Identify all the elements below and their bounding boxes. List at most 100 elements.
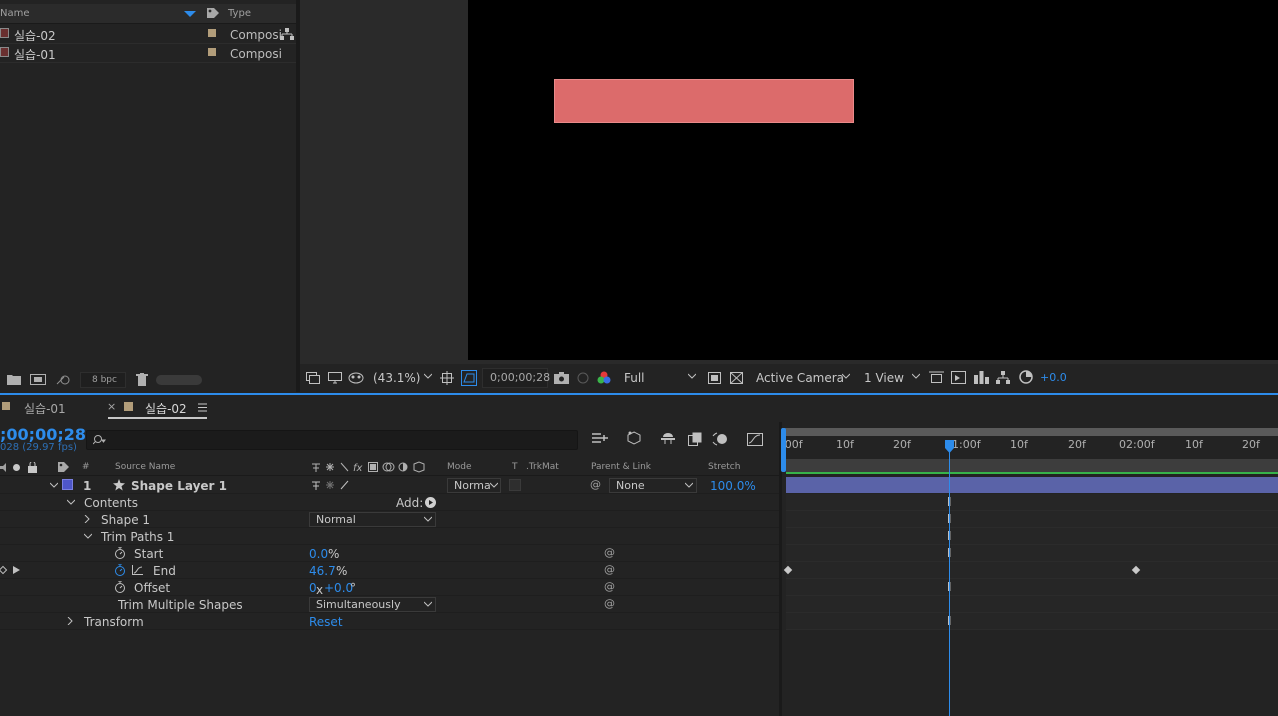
offset-degrees[interactable]: +0.0 [324, 581, 353, 595]
graph-editor-icon[interactable] [747, 430, 763, 446]
resolution-dropdown[interactable]: Full [624, 371, 645, 385]
fast-previews-icon[interactable] [708, 372, 721, 384]
show-snapshot-icon[interactable] [576, 371, 590, 384]
current-time-indicator[interactable] [949, 440, 950, 716]
chevron-right-icon[interactable] [67, 617, 73, 625]
column-number[interactable]: # [82, 462, 90, 472]
label-tag-icon[interactable] [206, 7, 220, 19]
label-swatch[interactable] [208, 29, 216, 37]
reset-link[interactable]: Reset [309, 615, 343, 629]
panel-menu-icon[interactable] [198, 403, 207, 412]
layer-switch-icons[interactable] [310, 479, 354, 491]
add-menu-icon[interactable] [425, 497, 436, 508]
viewer-timecode[interactable]: 0;00;00;28 [490, 371, 550, 384]
expression-pick-whip-icon[interactable]: @ [604, 563, 615, 576]
snapshot-camera-icon[interactable] [554, 372, 569, 384]
column-source-name[interactable]: Source Name [115, 462, 175, 472]
time-navigator[interactable] [782, 428, 1278, 436]
flowchart-icon[interactable] [280, 28, 294, 40]
stretch-value[interactable]: 100.0% [710, 479, 756, 493]
comp-flowchart-icon[interactable] [974, 371, 989, 384]
switches-icons[interactable]: fx [310, 461, 428, 473]
transparency-grid-icon[interactable] [730, 372, 743, 384]
channel-rgb-icon[interactable] [597, 371, 611, 385]
stopwatch-icon[interactable] [114, 564, 126, 576]
new-composition-icon[interactable] [30, 374, 46, 385]
column-stretch[interactable]: Stretch [708, 462, 740, 472]
chevron-down-icon[interactable] [688, 373, 696, 379]
magnification-dropdown[interactable]: (43.1%) [373, 371, 420, 385]
start-property-row[interactable]: Start 0.0 % @ [0, 545, 780, 562]
trim-multiple-dropdown[interactable]: Simultaneously [309, 597, 436, 612]
region-of-interest-icon[interactable] [461, 370, 477, 386]
expression-pick-whip-icon[interactable]: @ [604, 546, 615, 559]
stopwatch-icon[interactable] [114, 547, 126, 559]
end-value[interactable]: 46.7 [309, 564, 336, 578]
trim-multiple-row[interactable]: Trim Multiple Shapes Simultaneously @ [0, 596, 780, 613]
chevron-down-icon[interactable] [912, 373, 920, 379]
layer-row[interactable]: 1 Shape Layer 1 Norma @ None 100.0% [0, 477, 780, 494]
column-mode[interactable]: Mode [447, 462, 472, 472]
next-keyframe-icon[interactable] [13, 566, 20, 574]
lock-icon[interactable] [28, 462, 37, 473]
shape-group-row[interactable]: Shape 1 Normal [0, 511, 780, 528]
chevron-right-icon[interactable] [84, 515, 90, 523]
new-folder-icon[interactable] [7, 374, 21, 385]
stopwatch-icon[interactable] [114, 581, 126, 593]
draft-3d-icon[interactable] [626, 430, 642, 446]
flowchart-icon[interactable] [996, 371, 1010, 384]
project-item[interactable]: 실습-01 Composi [0, 44, 296, 63]
monitor-icon[interactable] [328, 372, 342, 384]
composition-mini-flowchart-icon[interactable] [592, 432, 608, 444]
chevron-down-icon[interactable] [84, 533, 92, 539]
view-layout-dropdown[interactable]: 1 View [864, 371, 904, 385]
layer-search-input[interactable] [86, 430, 578, 450]
expression-pick-whip-icon[interactable]: @ [604, 580, 615, 593]
tab-comp-01[interactable]: 실습-01 [24, 400, 66, 417]
close-icon[interactable]: × [107, 400, 116, 413]
chevron-down-icon[interactable] [424, 373, 432, 379]
trim-paths-row[interactable]: Trim Paths 1 [0, 528, 780, 545]
parent-dropdown[interactable]: None [609, 478, 697, 493]
panel-divider[interactable] [0, 393, 1278, 395]
toggle-pixel-aspect-icon[interactable] [929, 371, 944, 384]
chevron-down-icon[interactable] [842, 373, 850, 379]
chevron-down-icon[interactable] [685, 482, 693, 488]
thumbnail-slider[interactable] [156, 375, 202, 385]
layer-duration-bar[interactable] [786, 477, 1278, 493]
sort-arrow-icon[interactable] [184, 11, 196, 17]
solo-icon[interactable] [13, 464, 20, 471]
mask-visibility-icon[interactable] [348, 372, 364, 384]
end-property-row[interactable]: End 46.7 % @ [0, 562, 780, 579]
layer-label-color[interactable] [62, 479, 73, 490]
layer-name[interactable]: Shape Layer 1 [131, 479, 227, 493]
always-preview-icon[interactable] [306, 372, 320, 384]
grid-guides-icon[interactable] [440, 371, 454, 385]
chevron-down-icon[interactable] [424, 516, 432, 522]
camera-dropdown[interactable]: Active Camera [756, 371, 844, 385]
chevron-down-icon[interactable] [424, 601, 432, 607]
tab-comp-02[interactable]: 실습-02 [145, 400, 187, 417]
frame-blending-icon[interactable] [688, 432, 702, 446]
label-swatch[interactable] [208, 48, 216, 56]
project-item[interactable]: 실습-02 Composi [0, 25, 296, 44]
preserve-transparency-checkbox[interactable] [509, 479, 521, 491]
reset-exposure-icon[interactable] [1019, 370, 1033, 384]
shape-blend-mode-dropdown[interactable]: Normal [309, 512, 436, 527]
column-trkmat[interactable]: .TrkMat [526, 462, 559, 472]
timeline-icon[interactable] [951, 371, 966, 384]
trash-icon[interactable] [136, 373, 148, 386]
bpc-button[interactable]: 8 bpc [80, 372, 126, 388]
shape-layer-rectangle[interactable] [554, 79, 854, 123]
expression-pick-whip-icon[interactable]: @ [604, 597, 615, 610]
exposure-value[interactable]: +0.0 [1040, 371, 1067, 384]
shy-layers-icon[interactable] [660, 432, 676, 444]
transform-row[interactable]: Transform Reset [0, 613, 780, 630]
graph-icon[interactable] [132, 565, 143, 575]
label-tag-icon[interactable] [57, 461, 70, 473]
chevron-down-icon[interactable] [67, 499, 75, 505]
expand-chevron-icon[interactable] [50, 482, 58, 488]
chevron-down-icon[interactable] [490, 482, 498, 488]
playhead-handle-icon[interactable] [945, 440, 954, 453]
motion-blur-icon[interactable] [712, 432, 728, 446]
